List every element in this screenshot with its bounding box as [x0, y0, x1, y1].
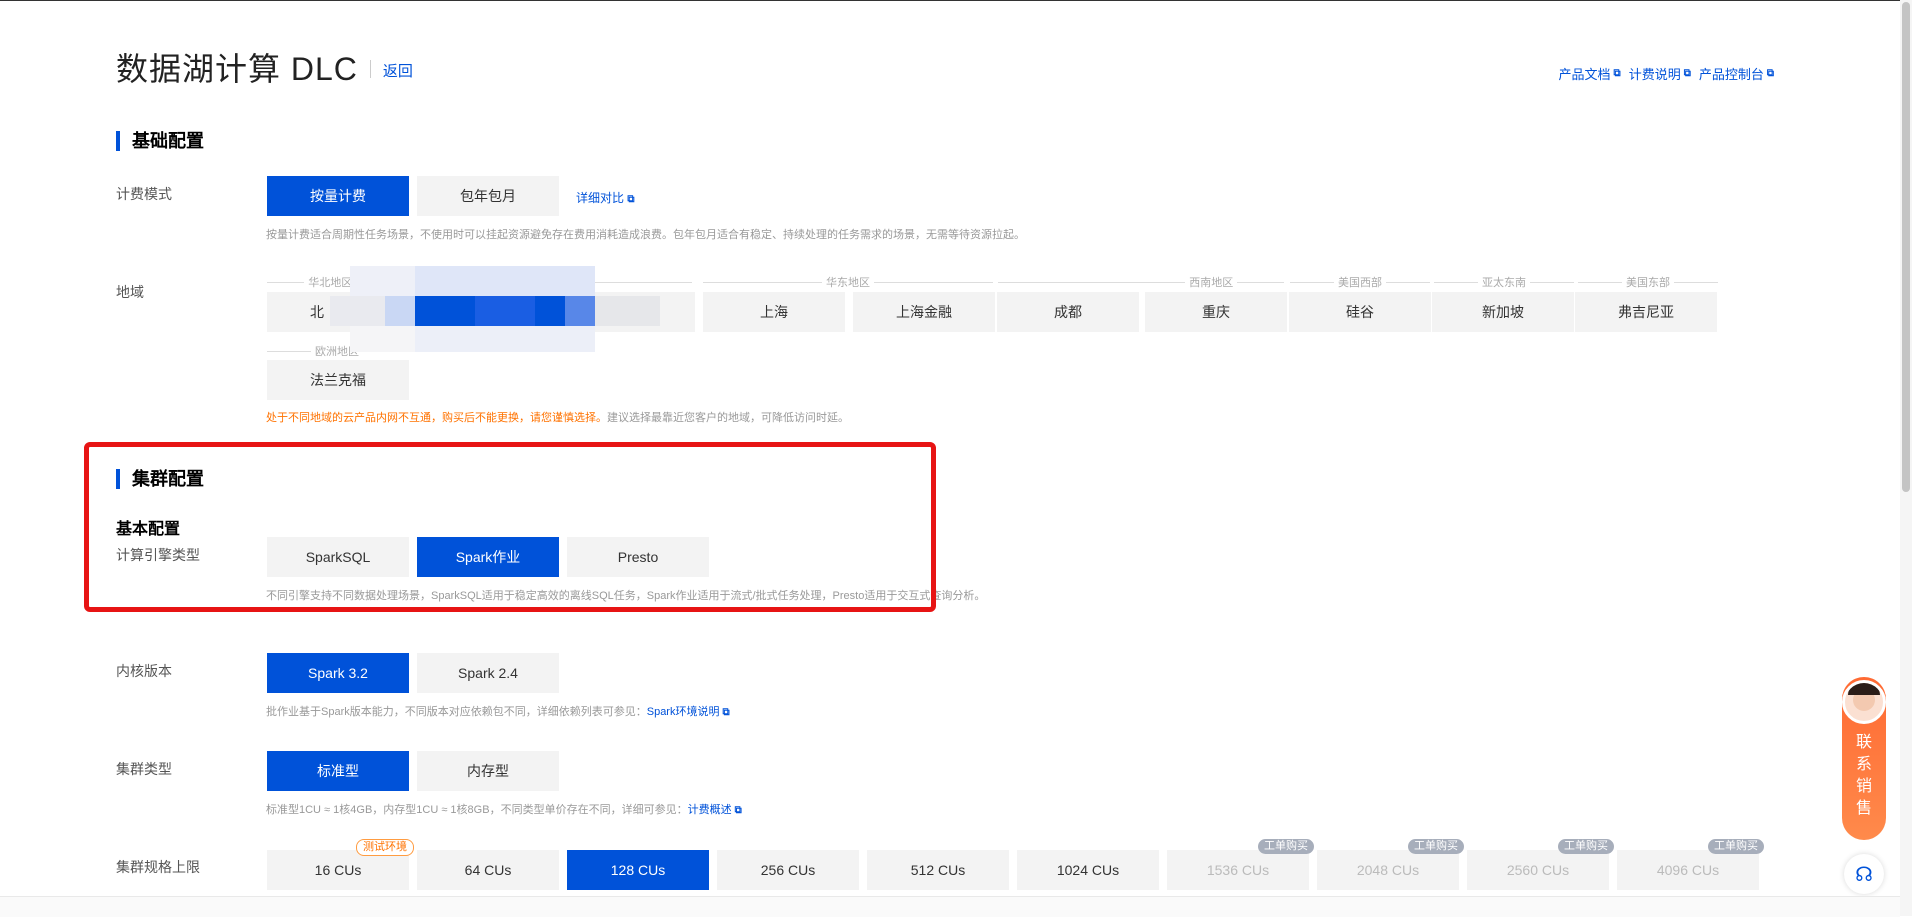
- region-option-shanghai-finance[interactable]: 上海金融: [853, 292, 995, 332]
- blurred-region-overlay: [330, 266, 660, 358]
- spec-label: 集群规格上限: [116, 859, 200, 875]
- ticket-purchase-tag: 工单购买: [1708, 839, 1764, 854]
- spec-option-16[interactable]: 16 CUs: [267, 850, 409, 890]
- billing-docs-link[interactable]: 计费说明 ⧉: [1629, 64, 1691, 83]
- spark-env-link[interactable]: Spark环境说明: [647, 706, 720, 718]
- billing-hint: 按量计费适合周期性任务场景，不使用时可以挂起资源避免存在费用消耗造成浪费。包年包…: [266, 229, 1025, 241]
- external-link-icon: ⧉: [1683, 68, 1691, 79]
- cluster-type-label: 集群类型: [116, 761, 172, 777]
- billing-label: 计费模式: [116, 186, 172, 202]
- spec-option-512[interactable]: 512 CUs: [867, 850, 1009, 890]
- agent-avatar: [1842, 680, 1886, 724]
- test-env-tag: 测试环境: [356, 839, 414, 856]
- ticket-purchase-tag: 工单购买: [1558, 839, 1614, 854]
- section-title-basic: 基础配置: [116, 131, 204, 151]
- region-option-shanghai[interactable]: 上海: [703, 292, 845, 332]
- back-link[interactable]: 返回: [383, 60, 413, 81]
- cluster-type-hint: 标准型1CU ≈ 1核4GB，内存型1CU ≈ 1核8GB，不同类型单价存在不同…: [266, 804, 742, 816]
- contact-sales-button[interactable]: 联系销售: [1842, 677, 1886, 840]
- spec-option-64[interactable]: 64 CUs: [417, 850, 559, 890]
- region-option-singapore[interactable]: 新加坡: [1432, 292, 1574, 332]
- external-link-icon: ⧉: [734, 805, 742, 816]
- contact-sales-label: 联系销售: [1856, 734, 1873, 817]
- product-docs-link[interactable]: 产品文档 ⧉: [1559, 64, 1621, 83]
- billing-option-pay-as-you-go[interactable]: 按量计费: [267, 176, 409, 216]
- billing-option-monthly[interactable]: 包年包月: [417, 176, 559, 216]
- kernel-hint: 批作业基于Spark版本能力，不同版本对应依赖包不同，详细依赖列表可参见：Spa…: [266, 706, 730, 718]
- page-title: 数据湖计算 DLC: [116, 51, 358, 87]
- external-link-icon: ⧉: [1613, 68, 1621, 79]
- top-links: 产品文档 ⧉ 计费说明 ⧉ 产品控制台 ⧉: [1559, 64, 1774, 83]
- kernel-label: 内核版本: [116, 663, 172, 679]
- ticket-purchase-tag: 工单购买: [1258, 839, 1314, 854]
- region-group-us-east: 美国东部: [1578, 274, 1718, 290]
- spec-option-1536[interactable]: 1536 CUs: [1167, 850, 1309, 890]
- compare-link[interactable]: 详细对比 ⧉: [576, 189, 635, 206]
- spec-option-2048[interactable]: 2048 CUs: [1317, 850, 1459, 890]
- spec-option-4096[interactable]: 4096 CUs: [1617, 850, 1759, 890]
- kernel-option-spark-3-2[interactable]: Spark 3.2: [267, 653, 409, 693]
- scrollbar-thumb[interactable]: [1902, 2, 1910, 492]
- page-header: 数据湖计算 DLC 返回: [116, 44, 413, 90]
- external-link-icon: ⧉: [627, 194, 635, 205]
- billing-overview-link[interactable]: 计费概述: [688, 804, 732, 816]
- external-link-icon: ⧉: [1766, 68, 1774, 79]
- support-headset-icon[interactable]: ☊: [1844, 854, 1884, 894]
- title-divider: [369, 60, 371, 78]
- region-group-apac-southeast: 亚太东南: [1434, 274, 1574, 290]
- spec-option-1024[interactable]: 1024 CUs: [1017, 850, 1159, 890]
- region-group-east: 华东地区: [703, 274, 993, 290]
- bottom-price-bar: [0, 896, 1900, 917]
- region-option-silicon-valley[interactable]: 硅谷: [1289, 292, 1431, 332]
- region-group-us-west: 美国西部: [1290, 274, 1430, 290]
- console-link[interactable]: 产品控制台 ⧉: [1699, 64, 1774, 83]
- region-option-virginia[interactable]: 弗吉尼亚: [1575, 292, 1717, 332]
- cluster-type-option-standard[interactable]: 标准型: [267, 751, 409, 791]
- external-link-icon: ⧉: [722, 707, 730, 718]
- region-option-frankfurt[interactable]: 法兰克福: [267, 360, 409, 400]
- cluster-type-option-memory[interactable]: 内存型: [417, 751, 559, 791]
- spec-option-2560[interactable]: 2560 CUs: [1467, 850, 1609, 890]
- region-option-chongqing[interactable]: 重庆: [1145, 292, 1287, 332]
- region-label: 地域: [116, 284, 144, 300]
- region-hint: 处于不同地域的云产品内网不互通，购买后不能更换，请您谨慎选择。建议选择最靠近您客…: [266, 412, 849, 424]
- region-option-chengdu[interactable]: 成都: [997, 292, 1139, 332]
- spec-option-256[interactable]: 256 CUs: [717, 850, 859, 890]
- region-group-southwest: 西南地区: [998, 274, 1284, 290]
- top-border: [0, 0, 1900, 1]
- highlight-box: [84, 442, 936, 612]
- spec-option-128[interactable]: 128 CUs: [567, 850, 709, 890]
- ticket-purchase-tag: 工单购买: [1408, 839, 1464, 854]
- kernel-option-spark-2-4[interactable]: Spark 2.4: [417, 653, 559, 693]
